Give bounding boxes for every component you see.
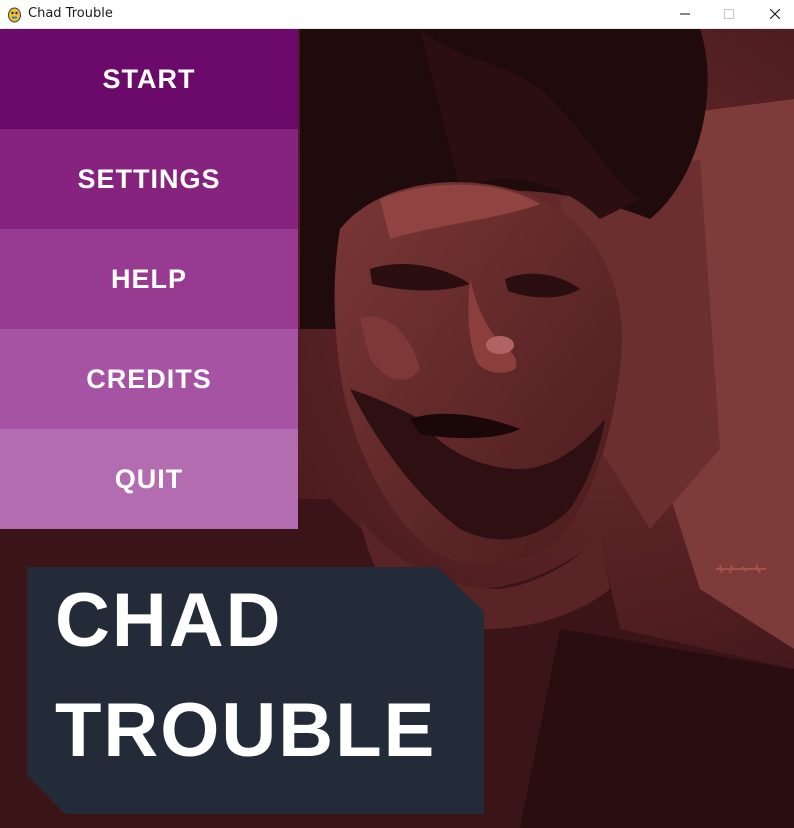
start-button[interactable]: START	[0, 29, 298, 129]
maximize-icon	[724, 9, 734, 19]
settings-button[interactable]: SETTINGS	[0, 129, 298, 229]
credits-button[interactable]: CREDITS	[0, 329, 298, 429]
main-menu: START SETTINGS HELP CREDITS QUIT	[0, 29, 298, 529]
minimize-button[interactable]	[662, 0, 708, 28]
game-title-panel: CHAD TROUBLE	[27, 567, 484, 814]
close-icon	[770, 9, 780, 19]
credits-button-label: CREDITS	[86, 363, 212, 394]
pygame-snake-icon	[6, 5, 23, 23]
maximize-button[interactable]	[706, 0, 752, 28]
game-title-line-1: CHAD	[55, 578, 283, 663]
settings-button-label: SETTINGS	[77, 163, 221, 194]
game-title-line-2: TROUBLE	[55, 688, 437, 773]
window-title-bar: Chad Trouble	[0, 0, 794, 29]
minimize-icon	[680, 13, 690, 15]
quit-button[interactable]: QUIT	[0, 429, 298, 529]
start-button-label: START	[102, 63, 196, 94]
help-button[interactable]: HELP	[0, 229, 298, 329]
help-button-label: HELP	[110, 263, 187, 294]
quit-button-label: QUIT	[114, 463, 184, 494]
game-canvas: START SETTINGS HELP CREDITS QUIT CHAD TR…	[0, 29, 794, 828]
window-title: Chad Trouble	[28, 6, 113, 21]
close-button[interactable]	[752, 0, 794, 28]
